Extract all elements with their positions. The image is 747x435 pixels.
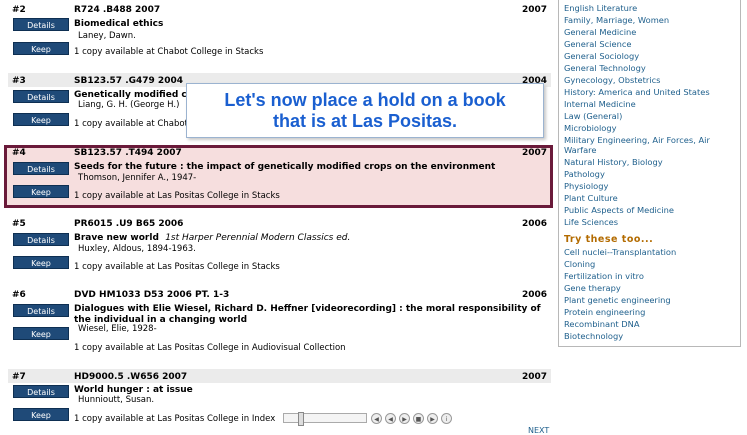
record-author: Thomson, Jennifer A., 1947- xyxy=(78,173,197,183)
record-title[interactable]: Dialogues with Elie Wiesel, Richard D. H… xyxy=(74,304,544,326)
related-topic-link[interactable]: Gene therapy xyxy=(564,283,736,293)
record-year: 2007 xyxy=(521,148,547,158)
record-author: Huxley, Aldous, 1894-1963. xyxy=(78,244,196,254)
details-button[interactable]: Details xyxy=(13,162,69,175)
record-author: Liang, G. H. (George H.) xyxy=(78,100,180,110)
subject-link[interactable]: General Technology xyxy=(564,63,736,73)
subject-link[interactable]: Life Sciences xyxy=(564,217,736,227)
skip-start-icon[interactable]: ◀ xyxy=(371,413,382,424)
play-icon[interactable]: ▶ xyxy=(399,413,410,424)
details-button[interactable]: Details xyxy=(13,233,69,246)
seek-track[interactable] xyxy=(283,413,367,423)
subject-link[interactable]: Plant Culture xyxy=(564,193,736,203)
record-year: 2007 xyxy=(521,372,547,382)
result-record: #7 HD9000.5 .W656 2007 2007 Details Worl… xyxy=(8,369,551,435)
subject-link[interactable]: Pathology xyxy=(564,169,736,179)
record-header: #5 PR6015 .U9 B65 2006 2006 xyxy=(8,216,551,230)
subject-link[interactable]: History: America and United States xyxy=(564,87,736,97)
rewind-icon[interactable]: ◀ xyxy=(385,413,396,424)
subject-link[interactable]: Physiology xyxy=(564,181,736,191)
keep-button[interactable]: Keep xyxy=(13,327,69,340)
related-topic-link[interactable]: Biotechnology xyxy=(564,331,736,341)
keep-button[interactable]: Keep xyxy=(13,113,69,126)
result-record: #2 R724 .B488 2007 2007 Details Biomedic… xyxy=(8,2,551,64)
keep-button[interactable]: Keep xyxy=(13,256,69,269)
copy-availability: 1 copy available at Las Positas College … xyxy=(74,343,346,353)
record-author: Laney, Dawn. xyxy=(78,31,136,41)
details-button[interactable]: Details xyxy=(13,90,69,103)
record-header: #4 SB123.57 .T494 2007 2007 xyxy=(8,145,551,159)
result-record: #6 DVD HM1033 D53 2006 PT. 1-3 2006 Deta… xyxy=(8,287,551,357)
keep-button[interactable]: Keep xyxy=(13,408,69,421)
copy-availability: 1 copy available at Chabot College in St… xyxy=(74,47,264,57)
subject-link[interactable]: General Science xyxy=(564,39,736,49)
details-button[interactable]: Details xyxy=(13,304,69,317)
next-link[interactable]: NEXT xyxy=(528,426,549,435)
record-title[interactable]: Brave new world 1st Harper Perennial Mod… xyxy=(74,233,544,244)
playback-bar: ◀ ◀ ▶ ■ ▶ i xyxy=(281,412,465,426)
fast-forward-icon[interactable]: ▶ xyxy=(427,413,438,424)
subject-sidebar: English Literature Family, Marriage, Wom… xyxy=(558,0,741,347)
call-number: DVD HM1033 D53 2006 PT. 1-3 xyxy=(74,290,230,300)
call-number: PR6015 .U9 B65 2006 xyxy=(74,219,184,229)
try-these-heading: Try these too... xyxy=(564,234,654,245)
result-record: #5 PR6015 .U9 B65 2006 2006 Details Brav… xyxy=(8,216,551,280)
related-topic-link[interactable]: Plant genetic engineering xyxy=(564,295,736,305)
callout-line-1: Let's now place a hold on a book xyxy=(224,90,506,110)
record-number: #2 xyxy=(12,5,26,15)
record-header: #6 DVD HM1033 D53 2006 PT. 1-3 2006 xyxy=(8,287,551,301)
record-header: #7 HD9000.5 .W656 2007 2007 xyxy=(8,369,551,383)
callout-line-2: that is at Las Positas. xyxy=(272,111,458,131)
record-title-text: Brave new world xyxy=(74,233,159,243)
details-button[interactable]: Details xyxy=(13,18,69,31)
result-record-selected: #4 SB123.57 .T494 2007 2007 Details Seed… xyxy=(8,145,551,207)
subject-link[interactable]: Family, Marriage, Women xyxy=(564,15,736,25)
record-author: Hunnioutt, Susan. xyxy=(78,395,155,405)
record-year: 2007 xyxy=(521,5,547,15)
results-list: #2 R724 .B488 2007 2007 Details Biomedic… xyxy=(0,0,553,435)
subject-link[interactable]: Law (General) xyxy=(564,111,736,121)
record-number: #3 xyxy=(12,76,26,86)
subject-link[interactable]: Public Aspects of Medicine xyxy=(564,205,736,215)
subject-link[interactable]: Natural History, Biology xyxy=(564,157,736,167)
related-topic-link[interactable]: Fertilization in vitro xyxy=(564,271,736,281)
subject-link[interactable]: Microbiology xyxy=(564,123,736,133)
record-number: #6 xyxy=(12,290,26,300)
record-year: 2006 xyxy=(521,219,547,229)
call-number: R724 .B488 2007 xyxy=(74,5,161,15)
related-topic-link[interactable]: Recombinant DNA xyxy=(564,319,736,329)
edition-note: 1st Harper Perennial Modern Classics ed. xyxy=(165,233,351,243)
stop-icon[interactable]: ■ xyxy=(413,413,424,424)
subject-link[interactable]: Military Engineering, Air Forces, Air Wa… xyxy=(564,135,736,155)
call-number: SB123.57 .T494 2007 xyxy=(74,148,182,158)
subject-link[interactable]: General Medicine xyxy=(564,27,736,37)
record-title[interactable]: Biomedical ethics xyxy=(74,19,544,30)
call-number: HD9000.5 .W656 2007 xyxy=(74,372,188,382)
related-topic-link[interactable]: Protein engineering xyxy=(564,307,736,317)
related-topic-link[interactable]: Cloning xyxy=(564,259,736,269)
copy-availability: 1 copy available at Las Positas College … xyxy=(74,262,280,272)
record-number: #4 xyxy=(12,148,26,158)
info-icon[interactable]: i xyxy=(441,413,452,424)
record-year: 2006 xyxy=(521,290,547,300)
keep-button[interactable]: Keep xyxy=(13,42,69,55)
record-number: #7 xyxy=(12,372,26,382)
subject-link[interactable]: General Sociology xyxy=(564,51,736,61)
record-number: #5 xyxy=(12,219,26,229)
copy-availability: 1 copy available at Chabot xyxy=(74,119,188,129)
subject-link[interactable]: Gynecology, Obstetrics xyxy=(564,75,736,85)
details-button[interactable]: Details xyxy=(13,385,69,398)
tutorial-callout: Let's now place a hold on a book that is… xyxy=(186,83,544,138)
subject-link[interactable]: English Literature xyxy=(564,3,736,13)
seek-thumb[interactable] xyxy=(298,412,304,426)
call-number: SB123.57 .G479 2004 xyxy=(74,76,183,86)
subject-link[interactable]: Internal Medicine xyxy=(564,99,736,109)
copy-availability: 1 copy available at Las Positas College … xyxy=(74,191,280,201)
record-title[interactable]: Seeds for the future : the impact of gen… xyxy=(74,162,544,173)
copy-availability: 1 copy available at Las Positas College … xyxy=(74,414,276,424)
record-header: #2 R724 .B488 2007 2007 xyxy=(8,2,551,16)
keep-button[interactable]: Keep xyxy=(13,185,69,198)
related-topic-link[interactable]: Cell nuclei--Transplantation xyxy=(564,247,736,257)
record-author: Wiesel, Elie, 1928- xyxy=(78,324,157,334)
